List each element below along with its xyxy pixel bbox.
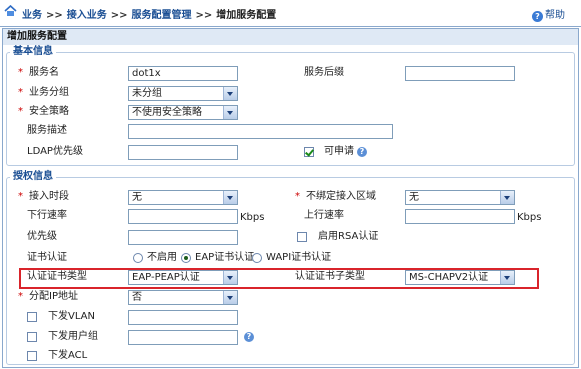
cert-radio-eap[interactable] [181, 253, 191, 263]
required-mark: * [18, 67, 23, 78]
deploy-acl-checkbox[interactable] [27, 351, 37, 361]
deploy-usergroup-checkbox[interactable] [27, 332, 37, 342]
cert-radio-disabled-label: 不启用 [147, 252, 177, 263]
service-name-label-text: 服务名 [29, 67, 59, 78]
panel-title: 增加服务配置 [3, 29, 578, 45]
unbound-area-value: 无 [409, 192, 419, 203]
auth-info-legend: 授权信息 [10, 171, 56, 183]
breadcrumb-item-business[interactable]: 业务 [22, 10, 42, 21]
breadcrumb-current: 增加服务配置 [216, 10, 277, 21]
ldap-priority-input[interactable] [128, 145, 238, 160]
description-label: 服务描述 [27, 125, 67, 136]
breadcrumb-separator: >> [195, 10, 213, 21]
assign-ip-label: * 分配IP地址 [18, 290, 78, 304]
header-divider [0, 26, 581, 27]
breadcrumb-item-access[interactable]: 接入业务 [67, 10, 107, 21]
access-period-select[interactable]: 无 [128, 190, 238, 205]
downlink-rate-unit: Kbps [240, 212, 265, 223]
security-policy-value: 不使用安全策略 [132, 107, 202, 118]
enable-rsa-label: 启用RSA认证 [318, 231, 379, 242]
assign-ip-value: 否 [132, 292, 142, 303]
applicable-checkbox[interactable] [304, 147, 314, 157]
service-name-label: * 服务名 [18, 66, 59, 80]
chevron-down-icon [223, 271, 237, 284]
cert-type-select[interactable]: EAP-PEAP认证 [128, 270, 238, 285]
required-mark: * [18, 106, 23, 117]
help-link[interactable]: ? 帮助 [532, 6, 565, 22]
deploy-usergroup-label: 下发用户组 [48, 331, 98, 342]
help-label: 帮助 [545, 10, 565, 21]
cert-type-value: EAP-PEAP认证 [132, 272, 200, 283]
help-icon: ? [532, 11, 543, 22]
service-name-input[interactable]: dot1x [128, 66, 238, 81]
deploy-vlan-checkbox[interactable] [27, 312, 37, 322]
chevron-down-icon [500, 271, 514, 284]
breadcrumb: 业务 >> 接入业务 >> 服务配置管理 >> 增加服务配置 [22, 6, 276, 21]
cert-auth-label: 证书认证 [27, 252, 67, 263]
required-mark: * [18, 191, 23, 202]
breadcrumb-item-service-config[interactable]: 服务配置管理 [132, 10, 192, 21]
deploy-vlan-label: 下发VLAN [48, 311, 95, 322]
description-input[interactable] [128, 124, 393, 139]
priority-input[interactable] [128, 230, 238, 245]
required-mark: * [18, 87, 23, 98]
basic-info-legend: 基本信息 [10, 46, 56, 58]
assign-ip-select[interactable]: 否 [128, 290, 238, 305]
chevron-down-icon [500, 191, 514, 204]
unbound-area-label-text: 不绑定接入区域 [306, 191, 376, 202]
uplink-rate-unit: Kbps [517, 212, 542, 223]
uplink-rate-input[interactable] [405, 209, 515, 224]
access-period-value: 无 [132, 192, 142, 203]
required-mark: * [18, 291, 23, 302]
business-group-label: * 业务分组 [18, 86, 69, 100]
priority-label: 优先级 [27, 231, 57, 242]
question-icon[interactable]: ? [357, 147, 367, 157]
cert-radio-disabled[interactable] [133, 253, 143, 263]
applicable-label: 可申请 [324, 146, 354, 157]
downlink-rate-input[interactable] [128, 209, 238, 224]
assign-ip-label-text: 分配IP地址 [29, 291, 78, 302]
access-period-label-text: 接入时段 [29, 191, 69, 202]
unbound-area-select[interactable]: 无 [405, 190, 515, 205]
chevron-down-icon [223, 191, 237, 204]
home-icon [4, 5, 17, 16]
deploy-usergroup-input[interactable] [128, 330, 238, 345]
cert-radio-wapi[interactable] [252, 253, 262, 263]
cert-subtype-select[interactable]: MS-CHAPV2认证 [405, 270, 515, 285]
security-policy-label: * 安全策略 [18, 105, 69, 119]
business-group-label-text: 业务分组 [29, 87, 69, 98]
service-suffix-input[interactable] [405, 66, 515, 81]
breadcrumb-separator: >> [110, 10, 128, 21]
breadcrumb-separator: >> [46, 10, 63, 21]
security-policy-label-text: 安全策略 [29, 106, 69, 117]
service-suffix-label: 服务后缀 [304, 67, 344, 78]
uplink-rate-label: 上行速率 [304, 210, 344, 221]
ldap-priority-label: LDAP优先级 [27, 146, 83, 157]
chevron-down-icon [223, 291, 237, 304]
question-icon[interactable]: ? [244, 332, 254, 342]
business-group-value: 未分组 [132, 88, 162, 99]
deploy-acl-label: 下发ACL [48, 350, 88, 361]
deploy-vlan-input[interactable] [128, 310, 238, 325]
security-policy-select[interactable]: 不使用安全策略 [128, 105, 238, 120]
cert-type-label: 认证证书类型 [27, 271, 87, 282]
cert-radio-wapi-label: WAPI证书认证 [266, 252, 332, 263]
cert-subtype-label: 认证证书子类型 [295, 271, 365, 282]
cert-radio-eap-label: EAP证书认证 [195, 252, 255, 263]
access-period-label: * 接入时段 [18, 190, 69, 204]
chevron-down-icon [223, 106, 237, 119]
enable-rsa-checkbox[interactable] [297, 232, 307, 242]
business-group-select[interactable]: 未分组 [128, 86, 238, 101]
unbound-area-label: * 不绑定接入区域 [295, 190, 376, 204]
required-mark: * [295, 191, 300, 202]
downlink-rate-label: 下行速率 [27, 210, 67, 221]
cert-subtype-value: MS-CHAPV2认证 [409, 272, 489, 283]
chevron-down-icon [223, 87, 237, 100]
